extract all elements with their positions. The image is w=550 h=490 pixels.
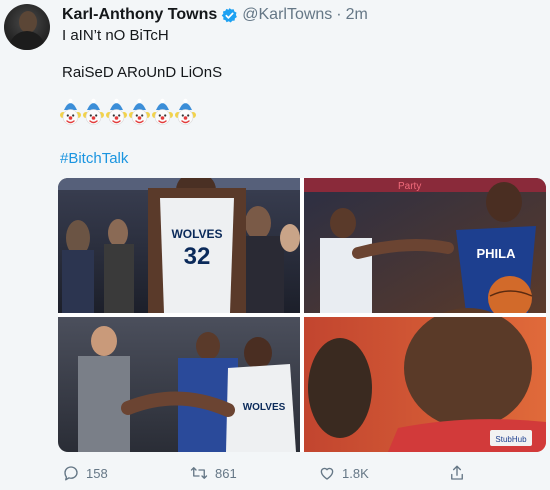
tweet-card[interactable]: Karl-Anthony Towns @KarlTowns · 2m I aIN…: [0, 0, 550, 490]
media-grid[interactable]: WOLVES 32 Party PHILA WOLVES StubHub: [58, 178, 546, 452]
photo-towns-wolves-32[interactable]: WOLVES 32: [58, 178, 300, 313]
tweet-timestamp[interactable]: 2m: [346, 6, 368, 24]
header-separator: ·: [336, 6, 342, 23]
tweet-text-line-2: RaiSeD ARoUnD LiOnS: [62, 64, 223, 81]
clown-emoji: [175, 98, 196, 128]
retweet-count: 861: [215, 465, 237, 481]
tweet-actions: 158 861 1.8K: [0, 464, 550, 488]
heart-icon: [320, 467, 334, 480]
jersey-text-wolves-2: WOLVES: [243, 402, 286, 413]
jersey-text-phila: PHILA: [477, 246, 517, 261]
hashtag-link[interactable]: #BitchTalk: [60, 150, 128, 167]
clown-emoji: [129, 98, 150, 128]
like-count: 1.8K: [342, 465, 369, 481]
media-grid-svg: WOLVES 32 Party PHILA WOLVES StubHub: [58, 178, 546, 452]
reply-count: 158: [86, 465, 108, 481]
clown-emoji: [152, 98, 173, 128]
author-name[interactable]: Karl-Anthony Towns: [62, 6, 217, 24]
retweet-icon: [190, 467, 208, 479]
jersey-number: 32: [184, 243, 211, 270]
clown-emoji: [106, 98, 127, 128]
share-button[interactable]: [448, 464, 472, 482]
photo-embiid-philadelphia[interactable]: Party PHILA: [304, 178, 546, 320]
reply-icon: [64, 466, 78, 481]
verified-badge-icon: [221, 7, 238, 24]
tweet-header: Karl-Anthony Towns @KarlTowns · 2m: [62, 6, 368, 24]
avatar-head: [19, 11, 37, 33]
grid-divider-horizontal: [58, 313, 546, 317]
author-handle[interactable]: @KarlTowns: [242, 6, 332, 24]
photo-towns-restrained[interactable]: WOLVES: [58, 317, 300, 452]
clown-emoji-row: [60, 98, 196, 128]
arena-sign: Party: [398, 181, 421, 192]
clown-emoji: [60, 98, 81, 128]
clown-emoji: [83, 98, 104, 128]
avatar[interactable]: [4, 4, 50, 50]
tweet-text-line-1: I aIN’t nO BiTcH: [62, 27, 169, 44]
stubhub-patch: StubHub: [495, 435, 527, 444]
retweet-button[interactable]: 861: [189, 464, 237, 482]
like-button[interactable]: 1.8K: [318, 464, 369, 482]
avatar-shoulders: [9, 31, 45, 50]
photo-embiid-closeup[interactable]: StubHub: [304, 308, 546, 452]
share-icon: [451, 465, 463, 480]
reply-button[interactable]: 158: [62, 464, 108, 482]
jersey-text-wolves: WOLVES: [171, 227, 222, 241]
